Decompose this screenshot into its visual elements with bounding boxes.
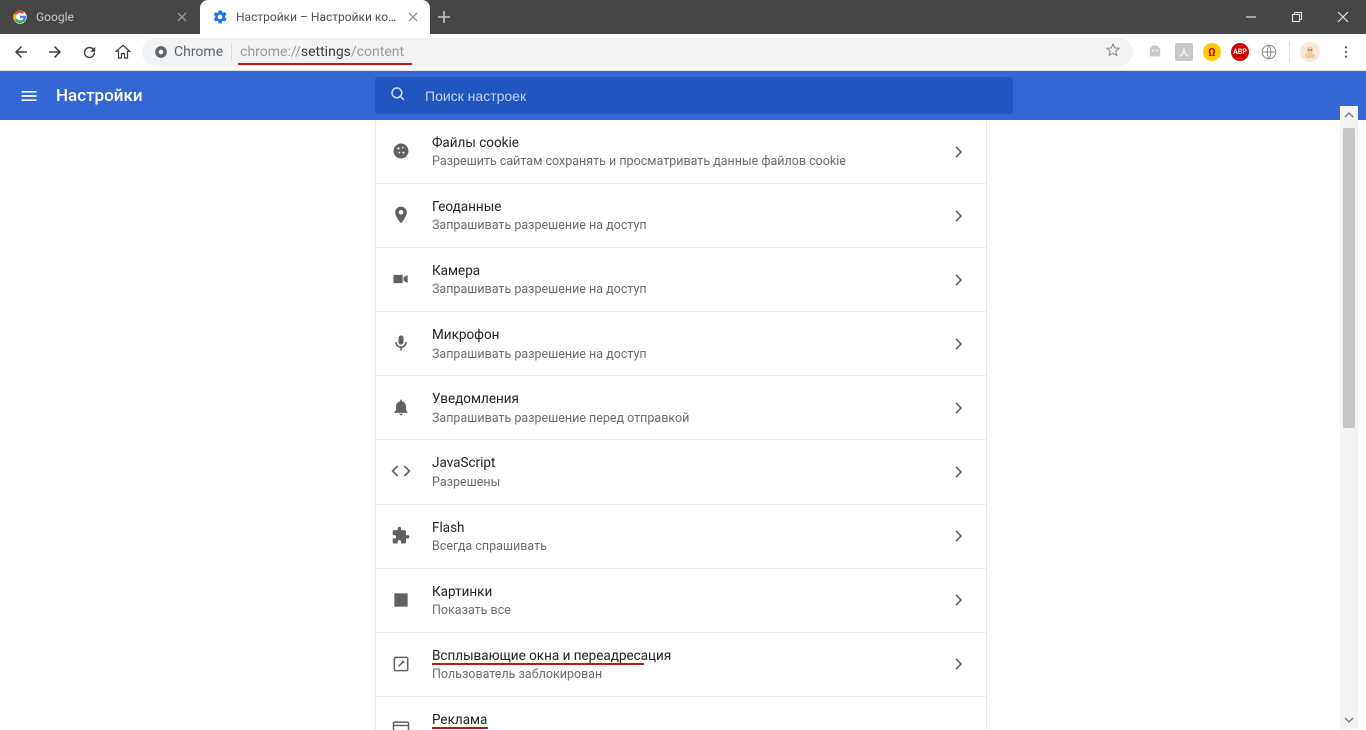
row-sub: Запрашивать разрешение на доступ [432,218,932,235]
chevron-right-icon [952,274,966,286]
row-sub: Запрашивать разрешение на доступ [432,347,932,364]
row-title: JavaScript [432,454,932,472]
tab-settings-label: Настройки – Настройки конте... [236,10,399,24]
annotation-underline [238,63,412,65]
content-settings-panel: Файлы cookie Разрешить сайтам сохранять … [375,120,987,730]
row-camera[interactable]: Камера Запрашивать разрешение на доступ [376,248,986,312]
tab-google-label: Google [36,10,168,24]
scrollbar[interactable] [1340,106,1358,729]
home-button[interactable] [108,37,138,67]
annotation-underline [432,727,488,729]
chevron-right-icon [952,594,966,606]
scroll-up-icon[interactable] [1340,106,1358,124]
tab-close-icon[interactable] [407,11,418,23]
popup-icon [390,653,412,675]
ext-globe-icon[interactable] [1259,42,1279,62]
titlebar: Google Настройки – Настройки конте... [0,0,1366,34]
row-microphone[interactable]: Микрофон Запрашивать разрешение на досту… [376,312,986,376]
image-icon [390,589,412,611]
row-javascript[interactable]: JavaScript Разрешены [376,440,986,504]
extensions-area: 人 Ω ABP [1137,42,1328,62]
location-icon [390,204,412,226]
omnibox-url: chrome://settings/content [240,44,404,60]
tab-settings[interactable]: Настройки – Настройки конте... [200,0,430,34]
row-title: Уведомления [432,390,932,408]
window-controls [1228,0,1366,34]
row-title: Камера [432,262,932,280]
ads-icon [390,717,412,730]
window-minimize[interactable] [1228,0,1274,34]
camera-icon [390,268,412,290]
profile-avatar[interactable] [1300,42,1320,62]
new-tab-button[interactable] [430,0,458,34]
row-sub: Всегда спрашивать [432,539,932,556]
hamburger-menu-button[interactable] [18,85,40,107]
window-close[interactable] [1320,0,1366,34]
scroll-down-icon[interactable] [1340,711,1358,729]
puzzle-icon [390,525,412,547]
gear-icon [212,9,228,25]
row-cookies[interactable]: Файлы cookie Разрешить сайтам сохранять … [376,120,986,184]
tab-close-icon[interactable] [176,11,188,23]
chevron-right-icon [952,146,966,158]
chevron-right-icon [952,530,966,542]
row-sub: Запрашивать разрешение перед отправкой [432,411,932,428]
scroll-track[interactable] [1340,124,1358,711]
microphone-icon [390,332,412,354]
row-location[interactable]: Геоданные Запрашивать разрешение на дост… [376,184,986,248]
annotation-underline [432,663,644,665]
row-sub: Разрешить сайтам сохранять и просматрива… [432,154,932,171]
browser-menu-button[interactable] [1332,44,1360,60]
row-sub: Запрашивать разрешение на доступ [432,282,932,299]
chevron-right-icon [952,658,966,670]
row-title: Файлы cookie [432,134,932,152]
ext-ghostery-icon[interactable] [1145,42,1165,62]
search-icon [389,85,407,107]
row-title: Картинки [432,583,932,601]
settings-search-input[interactable] [423,87,999,105]
row-title: Геоданные [432,198,932,216]
code-icon [390,460,412,482]
forward-button[interactable] [40,37,70,67]
browser-toolbar: Chrome chrome://settings/content 人 Ω ABP [0,34,1366,71]
scroll-thumb[interactable] [1343,128,1355,428]
row-images[interactable]: Картинки Показать все [376,569,986,633]
chevron-right-icon [952,466,966,478]
chevron-right-icon [952,402,966,414]
window-restore[interactable] [1274,0,1320,34]
row-title: Flash [432,519,932,537]
chevron-right-icon [952,210,966,222]
separator [1289,42,1290,62]
row-popups[interactable]: Всплывающие окна и переадресация Пользов… [376,633,986,697]
secure-chip: Chrome [154,44,223,60]
settings-search[interactable] [375,77,1013,114]
page-title: Настройки [56,86,143,106]
row-sub: Пользователь заблокирован [432,667,932,684]
back-button[interactable] [6,37,36,67]
omnibox-chip-label: Chrome [174,44,223,60]
settings-header: Настройки [0,71,1366,120]
reload-button[interactable] [74,37,104,67]
row-ads[interactable]: Реклама Объявления заблокированы на сайт… [376,697,986,730]
row-sub: Разрешены [432,475,932,492]
tab-google[interactable]: Google [0,0,200,34]
row-title: Микрофон [432,326,932,344]
ext-pdf-icon[interactable]: 人 [1175,43,1193,61]
ext-yellow-icon[interactable]: Ω [1203,43,1221,61]
content-area: Файлы cookie Разрешить сайтам сохранять … [0,120,1366,730]
row-notifications[interactable]: Уведомления Запрашивать разрешение перед… [376,376,986,440]
row-sub: Показать все [432,603,932,620]
row-title: Реклама [432,711,932,729]
bookmark-star-icon[interactable] [1105,42,1121,62]
bell-icon [390,396,412,418]
ext-abp-icon[interactable]: ABP [1231,43,1249,61]
favicon-google [12,9,28,25]
chevron-right-icon [952,338,966,350]
row-flash[interactable]: Flash Всегда спрашивать [376,505,986,569]
cookie-icon [390,140,412,162]
omnibox[interactable]: Chrome chrome://settings/content [142,38,1133,66]
